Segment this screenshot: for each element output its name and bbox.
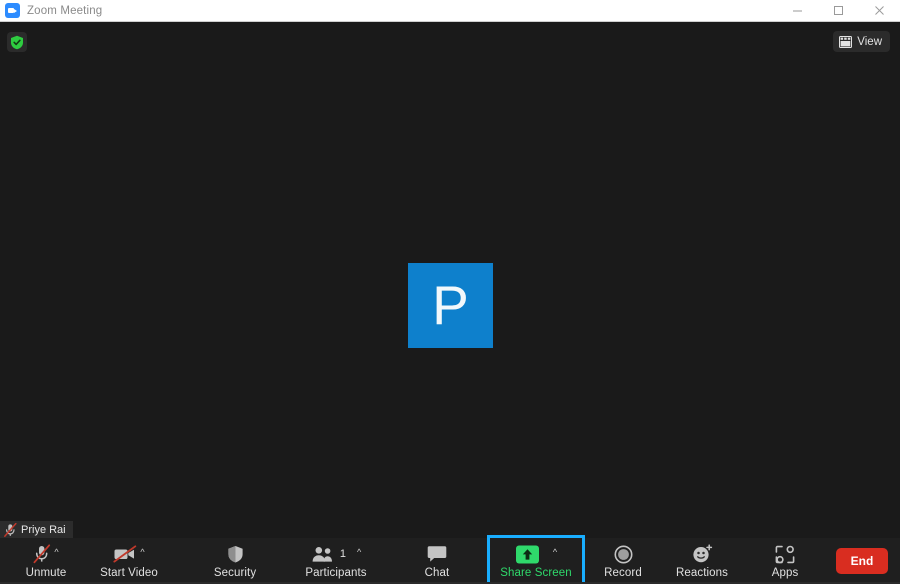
toolbar-label-record: Record xyxy=(604,567,642,579)
apps-bracket-icon xyxy=(775,545,795,563)
window-titlebar: Zoom Meeting xyxy=(0,0,900,22)
chat-iconrow xyxy=(427,543,447,565)
toolbar-label-start-video: Start Video xyxy=(100,567,158,579)
smiley-plus-icon xyxy=(692,544,712,563)
chat-bubble-icon xyxy=(427,546,447,562)
window-title: Zoom Meeting xyxy=(27,4,103,17)
layout-grid-icon xyxy=(839,35,853,48)
minimize-icon[interactable] xyxy=(777,0,818,22)
encryption-status-button[interactable] xyxy=(7,32,27,52)
participants-count: 1 xyxy=(339,548,346,560)
toolbar-button-participants[interactable]: 1 ^ Participants xyxy=(294,538,378,584)
toolbar-label-participants: Participants xyxy=(305,567,367,579)
toolbar-button-reactions[interactable]: Reactions xyxy=(668,538,736,584)
start-video-iconrow: ^ xyxy=(113,543,145,565)
toolbar-button-start-video[interactable]: ^ Start Video xyxy=(90,538,168,584)
share-arrow-up-icon xyxy=(515,545,539,563)
participants-chevron-up-icon[interactable]: ^ xyxy=(357,547,361,557)
video-stage: View P Priye Rai xyxy=(0,22,900,539)
view-button[interactable]: View xyxy=(833,31,890,52)
toolbar-button-record[interactable]: Record xyxy=(592,538,654,584)
self-name-chip: Priye Rai xyxy=(0,521,73,539)
toolbar-label-chat: Chat xyxy=(424,567,450,579)
toolbar-button-security[interactable]: Security xyxy=(204,538,266,584)
view-button-label: View xyxy=(857,35,882,48)
record-circle-icon xyxy=(614,545,632,563)
toolbar-button-apps[interactable]: Apps xyxy=(754,538,816,584)
video-muted-icon xyxy=(113,545,137,563)
start-video-chevron-up-icon[interactable]: ^ xyxy=(140,547,144,557)
self-name-text: Priye Rai xyxy=(21,524,66,536)
toolbar-label-reactions: Reactions xyxy=(675,567,729,579)
zoom-camera-icon xyxy=(5,3,20,18)
mic-muted-icon xyxy=(33,544,51,564)
people-icon xyxy=(312,546,332,562)
toolbar-button-chat[interactable]: Chat xyxy=(406,538,468,584)
reactions-iconrow xyxy=(692,543,713,565)
shield-icon xyxy=(227,545,243,562)
unmute-chevron-up-icon[interactable]: ^ xyxy=(54,547,58,557)
end-meeting-button[interactable]: End xyxy=(836,548,888,574)
share-screen-chevron-up-icon[interactable]: ^ xyxy=(553,547,557,557)
record-iconrow xyxy=(614,543,633,565)
security-iconrow xyxy=(227,543,244,565)
window-controls xyxy=(777,0,900,22)
maximize-icon[interactable] xyxy=(818,0,859,22)
meeting-toolbar: ^ Unmute ^ Start Video Security 1 ^ Part… xyxy=(0,535,900,584)
toolbar-button-share-screen[interactable]: ^ Share Screen xyxy=(487,535,585,584)
share-screen-iconrow: ^ xyxy=(515,543,557,565)
unmute-iconrow: ^ xyxy=(33,543,59,565)
shield-check-icon xyxy=(11,35,23,49)
toolbar-label-apps: Apps xyxy=(771,567,799,579)
toolbar-button-unmute[interactable]: ^ Unmute xyxy=(14,538,78,584)
avatar-initial: P xyxy=(432,274,469,336)
mic-muted-icon xyxy=(4,523,17,537)
toolbar-label-unmute: Unmute xyxy=(25,567,67,579)
participants-iconrow: 1 ^ xyxy=(311,543,361,565)
apps-iconrow xyxy=(775,543,795,565)
close-icon[interactable] xyxy=(859,0,900,22)
participant-video-tile[interactable]: P xyxy=(408,263,493,348)
toolbar-label-share-screen: Share Screen xyxy=(500,567,572,579)
toolbar-label-security: Security xyxy=(213,567,257,579)
zoom-meeting-window: Zoom Meeting View P Priye Rai ^ Unmute ^… xyxy=(0,0,900,584)
